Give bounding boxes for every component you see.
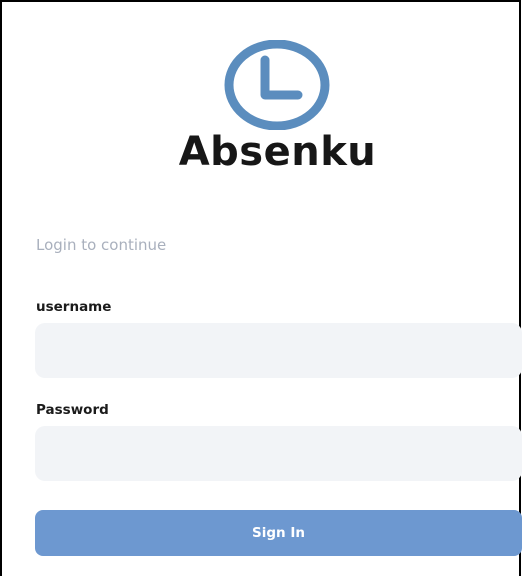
username-label: username [36, 299, 112, 315]
password-input[interactable] [35, 426, 522, 481]
sign-in-button[interactable]: Sign In [35, 510, 522, 556]
brand-name: Absenku [178, 129, 377, 175]
clock-icon [224, 40, 330, 130]
username-input[interactable] [35, 323, 522, 378]
login-subtitle: Login to continue [36, 236, 167, 254]
brand-logo: Absenku [2, 40, 523, 180]
password-label: Password [36, 402, 109, 418]
login-panel: Absenku Login to continue username Passw… [0, 0, 523, 576]
